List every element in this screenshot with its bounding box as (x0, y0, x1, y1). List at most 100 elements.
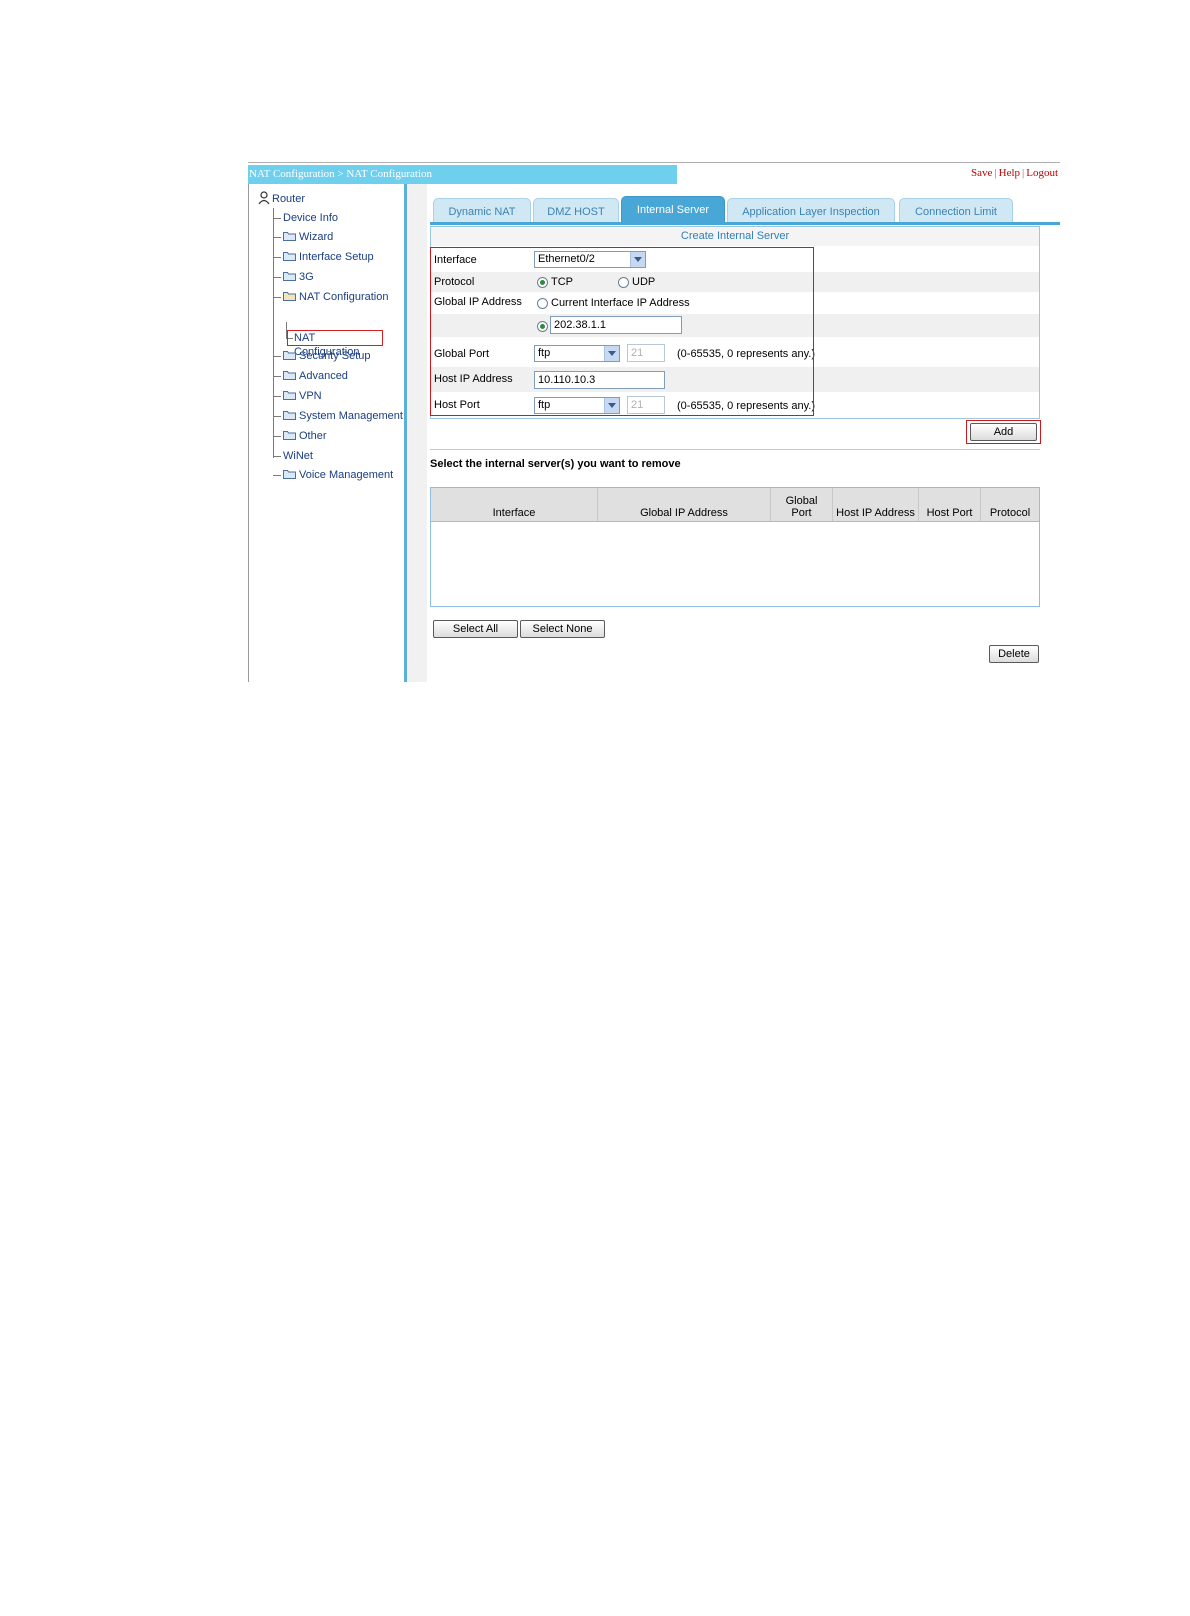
host-ip-label: Host IP Address (434, 373, 513, 385)
folder-icon (283, 272, 296, 281)
tab-dmz-host[interactable]: DMZ HOST (533, 198, 619, 222)
sidebar-item-vpn[interactable]: VPN (273, 390, 322, 406)
sidebar-item-winet[interactable]: WiNet (273, 450, 313, 466)
sidebar-item-device-info[interactable]: Device Info (273, 212, 338, 228)
column-header-host-port: Host Port (919, 488, 981, 521)
global-port-hint: (0-65535, 0 represents any.) (677, 348, 815, 360)
section-divider (430, 449, 1040, 450)
remove-section-title: Select the internal server(s) you want t… (430, 458, 681, 470)
row-global-ip-current: Global IP Address Current Interface IP A… (431, 292, 1039, 314)
sidebar-item-label: Other (299, 430, 327, 442)
global-port-select[interactable]: ftp (534, 345, 620, 362)
host-port-hint: (0-65535, 0 represents any.) (677, 400, 815, 412)
sidebar-item-advanced[interactable]: Advanced (273, 370, 348, 386)
sidebar-item-wizard[interactable]: Wizard (273, 231, 333, 247)
sidebar-item-label: WiNet (283, 450, 313, 462)
folder-icon (283, 232, 296, 241)
folder-icon (283, 391, 296, 400)
save-link[interactable]: Save (971, 167, 992, 179)
folder-icon (283, 351, 296, 360)
sidebar-item-label: Security Setup (299, 350, 371, 362)
sidebar-item-label: Wizard (299, 231, 334, 243)
host-port-input[interactable]: 21 (627, 396, 665, 414)
row-protocol: Protocol TCP UDP (431, 272, 1039, 292)
folder-icon (283, 470, 296, 479)
create-section: Create Internal Server Interface Etherne… (430, 226, 1040, 419)
global-ip-input[interactable]: 202.38.1.1 (550, 316, 682, 334)
tab-dynamic-nat[interactable]: Dynamic NAT (433, 198, 531, 222)
chevron-down-icon (604, 398, 619, 413)
sidebar-item-interface-setup[interactable]: Interface Setup (273, 251, 374, 267)
sidebar-item-label: Voice Management (299, 469, 394, 481)
sidebar: Router Device Info Wizard Interface Setu… (248, 184, 404, 682)
tree-root[interactable]: Router (258, 191, 305, 205)
sidebar-item-other[interactable]: Other (273, 430, 327, 446)
host-port-label: Host Port (434, 399, 480, 411)
column-header-host-ip: Host IP Address (833, 488, 919, 521)
chevron-down-icon (630, 252, 645, 267)
table-header: Interface Global IP Address Global Port … (431, 488, 1039, 522)
current-interface-ip-radio[interactable] (537, 298, 548, 309)
internal-server-table: Interface Global IP Address Global Port … (430, 487, 1040, 607)
interface-value: Ethernet0/2 (538, 253, 595, 265)
global-port-label: Global Port (434, 348, 490, 360)
breadcrumb: NAT Configuration > NAT Configuration (248, 165, 677, 184)
folder-icon (283, 252, 296, 261)
tab-underline (430, 222, 1060, 225)
udp-radio[interactable] (618, 277, 629, 288)
protocol-label: Protocol (434, 276, 475, 288)
row-host-port: Host Port ftp 21 (0-65535, 0 represents … (431, 392, 1039, 418)
column-header-protocol: Protocol (989, 507, 1031, 519)
sidebar-item-label: NAT Configuration (299, 291, 389, 303)
tab-internal-server[interactable]: Internal Server (621, 196, 725, 222)
logout-link[interactable]: Logout (1026, 167, 1058, 179)
sidebar-subitem-nat-configuration[interactable]: NAT Configuration (287, 330, 383, 358)
add-button[interactable]: Add (970, 423, 1037, 441)
create-section-title: Create Internal Server (431, 227, 1039, 246)
sidebar-item-system-management[interactable]: System Management (273, 410, 403, 426)
tab-connection-limit[interactable]: Connection Limit (899, 198, 1013, 222)
custom-ip-radio[interactable] (537, 321, 548, 332)
sidebar-item-label: System Management (299, 410, 403, 422)
select-all-button[interactable]: Select All (433, 620, 518, 638)
top-bar: NAT Configuration > NAT Configuration Sa… (248, 162, 1060, 185)
folder-icon (283, 411, 296, 420)
sidebar-item-voice-management[interactable]: Voice Management (273, 469, 393, 485)
row-interface: Interface Ethernet0/2 (431, 248, 1039, 272)
open-folder-icon (283, 292, 296, 301)
global-port-service: ftp (538, 347, 551, 359)
sidebar-item-label: 3G (299, 271, 314, 283)
global-port-input[interactable]: 21 (627, 344, 665, 362)
tcp-option-label: TCP (551, 276, 573, 288)
tab-application-layer-inspection[interactable]: Application Layer Inspection (727, 198, 895, 222)
interface-label: Interface (434, 254, 477, 266)
row-global-port: Global Port ftp 21 (0-65535, 0 represent… (431, 337, 1039, 367)
sidebar-item-label: Device Info (283, 212, 339, 224)
tcp-radio[interactable] (537, 277, 548, 288)
sidebar-item-label: Interface Setup (299, 251, 374, 263)
folder-icon (283, 431, 296, 440)
sidebar-item-3g[interactable]: 3G (273, 271, 314, 287)
select-none-button[interactable]: Select None (520, 620, 605, 638)
sidebar-item-label: Advanced (299, 370, 348, 382)
sidebar-item-security-setup[interactable]: Security Setup (273, 350, 371, 366)
top-links: Save | Help | Logout (971, 167, 1058, 179)
host-ip-input[interactable]: 10.110.10.3 (534, 371, 665, 389)
current-interface-ip-label: Current Interface IP Address (551, 297, 690, 309)
sidebar-gap (407, 184, 427, 682)
sidebar-item-nat-configuration[interactable]: NAT Configuration (273, 291, 388, 307)
help-link[interactable]: Help (999, 167, 1020, 179)
column-header-global-ip: Global IP Address (598, 488, 771, 521)
sidebar-item-label: VPN (299, 390, 322, 402)
chevron-down-icon (604, 346, 619, 361)
host-port-service: ftp (538, 399, 551, 411)
row-global-ip-custom: 202.38.1.1 (431, 314, 1039, 337)
screenshot-frame: NAT Configuration > NAT Configuration Sa… (248, 162, 1060, 682)
interface-select[interactable]: Ethernet0/2 (534, 251, 646, 268)
column-header-interface: Interface (431, 488, 598, 521)
router-icon (258, 191, 270, 205)
delete-button[interactable]: Delete (989, 645, 1039, 663)
udp-option-label: UDP (632, 276, 656, 288)
folder-icon (283, 371, 296, 380)
host-port-select[interactable]: ftp (534, 397, 620, 414)
